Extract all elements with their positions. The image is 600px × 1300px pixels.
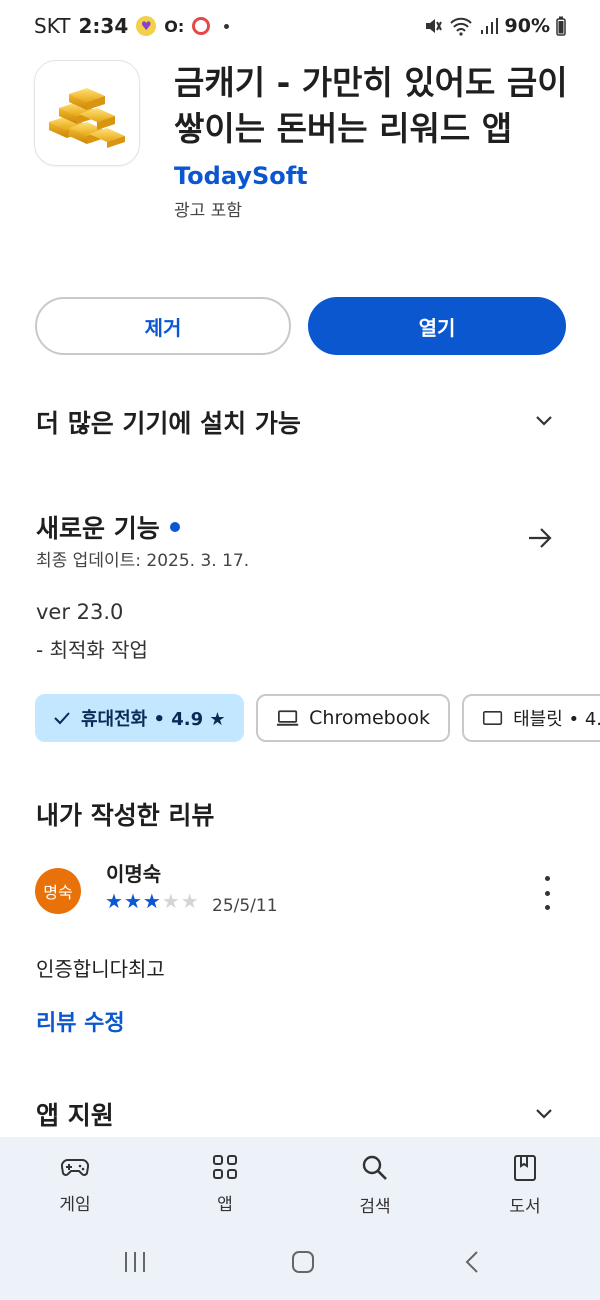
chip-tablet[interactable]: 태블릿 • 4. (462, 694, 600, 742)
status-bar: SKT 2:34 ♥ O: 90% (0, 0, 600, 52)
nav-books-label: 도서 (509, 1197, 541, 1217)
ads-note: 광고 포함 (174, 201, 242, 221)
carrier-label: SKT (34, 14, 71, 38)
search-icon (362, 1155, 387, 1180)
nav-apps[interactable]: 앱 (150, 1137, 300, 1237)
notification-app-icon: O: (164, 16, 185, 36)
heart-app-icon: ♥ (136, 16, 157, 36)
app-support-row[interactable]: 앱 지원 (36, 1096, 114, 1132)
release-note: - 최적화 작업 (36, 638, 148, 662)
nav-apps-label: 앱 (217, 1195, 233, 1215)
star-icon-filled: ★ (142, 889, 161, 913)
new-indicator-dot (169, 522, 180, 532)
whats-new-heading[interactable]: 새로운 기능 (36, 509, 180, 545)
star-icon-filled: ★ (105, 889, 123, 913)
book-icon (514, 1155, 536, 1181)
chip-chromebook[interactable]: Chromebook (256, 694, 450, 742)
review-date: 25/5/11 (212, 896, 278, 916)
apps-grid-icon (213, 1155, 237, 1179)
more-options-icon[interactable] (537, 876, 557, 910)
star-icon-empty: ★ (180, 889, 199, 913)
edit-review-link[interactable]: 리뷰 수정 (36, 1005, 125, 1037)
my-review-heading: 내가 작성한 리뷰 (36, 801, 215, 830)
more-notifications-icon (224, 23, 230, 29)
nav-games-label: 게임 (59, 1195, 91, 1215)
red-circle-app-icon (192, 17, 211, 35)
battery-percent: 90% (504, 15, 550, 37)
signal-icon (480, 18, 498, 34)
chip-phone[interactable]: 휴대전화 • 4.9 ★ (35, 694, 244, 742)
wifi-icon (449, 17, 472, 36)
battery-icon (556, 16, 566, 36)
nav-games[interactable]: 게임 (0, 1137, 150, 1237)
gamepad-icon (60, 1158, 90, 1176)
review-text: 인증합니다최고 (36, 957, 165, 981)
bottom-nav: 게임 앱 검색 도서 (0, 1137, 600, 1237)
arrow-right-icon[interactable] (526, 524, 554, 552)
chip-tablet-label: 태블릿 • 4. (513, 709, 600, 730)
star-icon-empty: ★ (161, 889, 180, 913)
chevron-down-icon[interactable] (534, 1104, 554, 1124)
app-header: 금캐기 - 가만히 있어도 금이 쌓이는 돈버는 리워드 앱 TodaySoft… (34, 60, 574, 221)
app-title: 금캐기 - 가만히 있어도 금이 쌓이는 돈버는 리워드 앱 (174, 63, 568, 148)
recent-apps-icon[interactable] (122, 1249, 148, 1275)
whats-new-title: 새로운 기능 (36, 514, 160, 543)
chip-chromebook-label: Chromebook (309, 707, 430, 729)
last-updated: 최종 업데이트: 2025. 3. 17. (36, 551, 250, 571)
star-icon-filled: ★ (123, 889, 142, 913)
avatar: 명숙 (35, 868, 81, 914)
nav-search[interactable]: 검색 (300, 1137, 450, 1237)
mute-icon (425, 19, 442, 33)
version-text: ver 23.0 (36, 600, 124, 624)
laptop-icon (276, 710, 299, 726)
chip-phone-label: 휴대전화 • 4.9 ★ (81, 709, 226, 730)
more-devices-row[interactable]: 더 많은 기기에 설치 가능 (36, 404, 301, 440)
reviewer-name: 이명숙 (106, 862, 162, 886)
developer-link[interactable]: TodaySoft (174, 162, 574, 190)
remove-button[interactable]: 제거 (35, 297, 291, 355)
tablet-icon (482, 711, 503, 725)
gold-bars-icon (34, 60, 140, 166)
device-chips: 휴대전화 • 4.9 ★ Chromebook 태블릿 • 4. (35, 694, 600, 742)
back-icon[interactable] (460, 1249, 486, 1275)
chevron-down-icon[interactable] (534, 411, 554, 431)
open-button[interactable]: 열기 (308, 297, 566, 355)
home-icon[interactable] (290, 1249, 316, 1275)
star-rating: ★ ★ ★ ★ ★ (105, 891, 199, 911)
nav-books[interactable]: 도서 (450, 1137, 600, 1237)
nav-search-label: 검색 (359, 1197, 391, 1217)
system-nav-bar (0, 1237, 600, 1300)
clock: 2:34 (78, 14, 129, 38)
check-icon (54, 712, 70, 725)
